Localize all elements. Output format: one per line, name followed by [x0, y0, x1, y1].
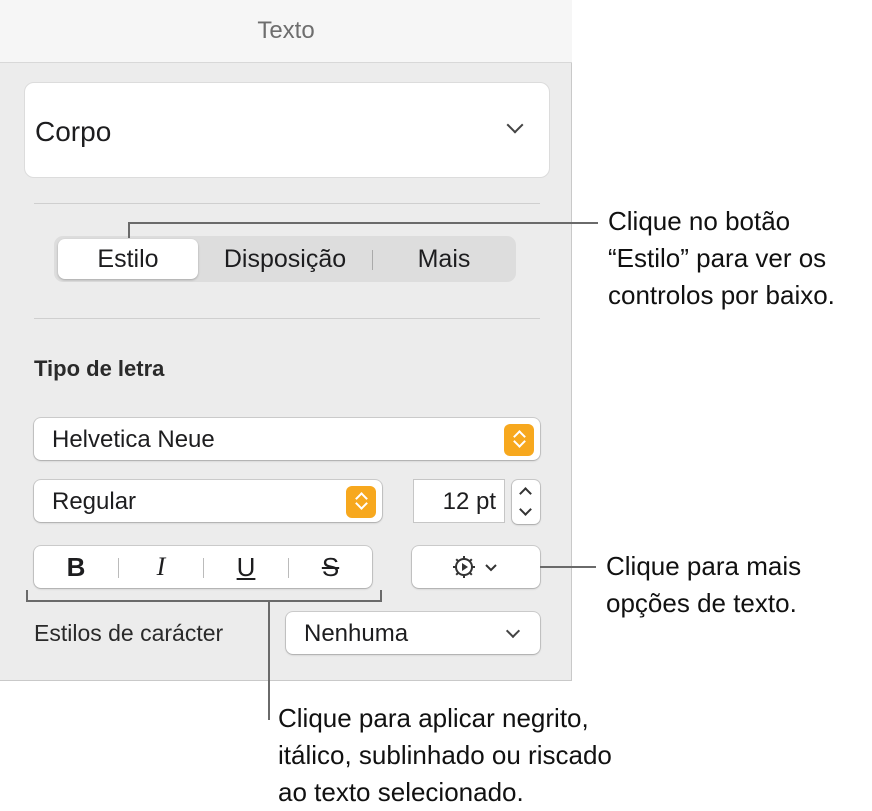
callout-line	[268, 600, 270, 720]
advanced-options-button[interactable]	[412, 546, 540, 588]
tab-estilo[interactable]: Estilo	[58, 239, 198, 279]
tab-segmented-control: Estilo Disposição Mais	[54, 236, 516, 282]
font-size-field[interactable]: 12 pt	[414, 480, 504, 522]
font-family-value: Helvetica Neue	[52, 426, 215, 453]
character-styles-popup[interactable]: Nenhuma	[286, 612, 540, 654]
underline-button[interactable]: U	[204, 546, 288, 588]
strikethrough-button[interactable]: S	[289, 546, 372, 588]
callout-line	[540, 566, 596, 568]
paragraph-style-button[interactable]: Corpo	[24, 82, 550, 178]
divider	[34, 318, 540, 319]
callout-tabs: Clique no botão “Estilo” para ver os con…	[608, 203, 835, 314]
callout-line-text: Clique para aplicar negrito,	[278, 703, 589, 733]
text-format-buttons: B I U S	[34, 546, 372, 588]
callout-line	[26, 600, 382, 602]
font-section-label: Tipo de letra	[34, 356, 165, 381]
callout-line-text: ao texto selecionado.	[278, 777, 524, 807]
callout-line-text: Clique para mais	[606, 551, 802, 581]
text-format-panel: Texto Corpo Estilo Disposição Mais Tipo …	[0, 0, 572, 681]
stepper-up-icon	[519, 487, 532, 500]
character-styles-label: Estilos de carácter	[34, 620, 224, 646]
popup-arrows-icon	[504, 424, 534, 456]
font-style-popup[interactable]: Regular	[34, 480, 382, 522]
character-styles-value: Nenhuma	[304, 620, 409, 647]
chevron-down-icon	[506, 116, 524, 134]
callout-line-text: controlos por baixo.	[608, 280, 835, 310]
font-family-popup[interactable]: Helvetica Neue	[34, 418, 540, 460]
italic-button[interactable]: I	[119, 546, 203, 588]
font-style-value: Regular	[52, 488, 137, 515]
chevron-down-icon	[505, 623, 521, 639]
callout-format: Clique para aplicar negrito, itálico, su…	[278, 700, 612, 811]
panel-title: Texto	[0, 0, 572, 63]
callout-line-text: Clique no botão	[608, 206, 791, 236]
callout-options: Clique para mais opções de texto.	[606, 548, 801, 622]
tab-separator	[372, 250, 373, 270]
bold-button[interactable]: B	[34, 546, 118, 588]
callout-line	[128, 222, 130, 238]
font-size-value: 12 pt	[442, 488, 496, 515]
tab-disposicao[interactable]: Disposição	[200, 239, 370, 279]
callout-line-text: itálico, sublinhado ou riscado	[278, 740, 612, 770]
font-size-stepper[interactable]	[512, 480, 540, 524]
tab-mais[interactable]: Mais	[374, 239, 514, 279]
paragraph-style-name: Corpo	[35, 116, 112, 147]
popup-arrows-icon	[346, 486, 376, 518]
callout-line	[128, 222, 598, 224]
divider	[34, 203, 540, 204]
stepper-down-icon	[519, 503, 532, 516]
gear-icon	[453, 556, 497, 578]
callout-line-text: “Estilo” para ver os	[608, 243, 827, 273]
callout-line-text: opções de texto.	[606, 588, 797, 618]
